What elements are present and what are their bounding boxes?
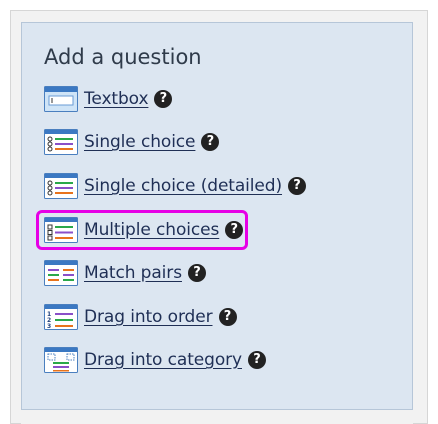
question-type-label[interactable]: Drag into category — [84, 350, 242, 370]
question-type-label[interactable]: Drag into order — [84, 307, 213, 327]
panel-bottom-strip — [21, 410, 413, 424]
question-type-drag-into-order[interactable]: 1 2 3 Drag into order ? — [44, 304, 237, 330]
help-icon[interactable]: ? — [187, 264, 206, 282]
drag-into-category-icon — [44, 347, 78, 373]
question-type-single-choice[interactable]: Single choice ? — [44, 129, 220, 155]
drag-into-order-icon: 1 2 3 — [44, 304, 78, 330]
help-icon[interactable]: ? — [248, 351, 266, 369]
question-type-single-choice-detailed[interactable]: Single choice (detailed) ? — [44, 173, 307, 199]
question-type-textbox[interactable]: Textbox ? — [44, 86, 173, 112]
help-icon[interactable]: ? — [154, 90, 173, 108]
question-type-label[interactable]: Match pairs — [84, 263, 182, 283]
help-icon[interactable]: ? — [201, 133, 220, 151]
question-type-label[interactable]: Single choice — [84, 132, 196, 152]
question-type-label[interactable]: Single choice (detailed) — [84, 176, 282, 196]
svg-text:3: 3 — [47, 323, 51, 330]
single-choice-icon — [44, 129, 78, 155]
textbox-icon — [44, 86, 78, 112]
single-choice-detailed-icon — [44, 173, 78, 199]
panel-title: Add a question — [44, 45, 202, 69]
question-type-drag-into-category[interactable]: Drag into category ? — [44, 347, 266, 373]
match-pairs-icon — [44, 260, 78, 286]
question-type-label[interactable]: Textbox — [84, 89, 149, 109]
highlight-box — [36, 210, 248, 250]
help-icon[interactable]: ? — [218, 308, 237, 326]
question-type-match-pairs[interactable]: Match pairs ? — [44, 260, 206, 286]
help-icon[interactable]: ? — [288, 177, 307, 195]
